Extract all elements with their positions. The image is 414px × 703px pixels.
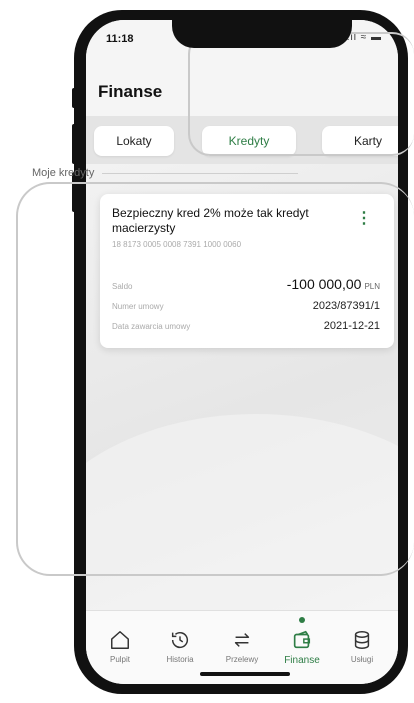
phone-side-button <box>72 124 77 164</box>
status-time: 11:18 <box>106 33 134 45</box>
nav-label: Historia <box>166 655 194 664</box>
active-nav-indicator <box>299 617 305 623</box>
contract-row: Numer umowy 2023/87391/1 <box>112 300 380 312</box>
date-label: Data zawarcia umowy <box>112 322 191 331</box>
saldo-amount: -100 000,00 PLN <box>287 276 380 294</box>
date-value: 2021-12-21 <box>323 320 380 332</box>
transfer-icon <box>234 633 250 647</box>
more-options-icon[interactable]: ⋮ <box>356 208 372 228</box>
section-divider <box>102 173 298 174</box>
section-title: Moje kredyty <box>32 167 95 179</box>
phone-screen: 11:18 ..il ≈ ▬ Finanse Lokaty Kredyty Ka… <box>86 20 398 684</box>
app-header: Finanse <box>86 60 398 116</box>
saldo-row: Saldo -100 000,00 PLN <box>112 276 380 294</box>
finance-icon <box>293 630 311 649</box>
account-number: 18 8173 0005 0008 7391 1000 0060 <box>112 240 242 249</box>
home-indicator <box>200 672 290 676</box>
tab-lokaty[interactable]: Lokaty <box>94 126 174 156</box>
history-icon <box>171 631 188 649</box>
nav-item-przelewy[interactable]: Przelewy <box>212 629 272 664</box>
services-icon <box>354 631 370 649</box>
nav-item-pulpit[interactable]: Pulpit <box>90 629 150 664</box>
saldo-label: Saldo <box>112 282 133 291</box>
page-title: Finanse <box>98 82 163 101</box>
nav-item-finanse[interactable]: Finanse <box>272 629 332 666</box>
saldo-value: -100 000,00 <box>286 276 362 292</box>
nav-item-historia[interactable]: Historia <box>150 629 210 664</box>
home-icon <box>111 631 129 649</box>
credit-title: Bezpieczny kred 2% może tak kredyt macie… <box>112 206 309 235</box>
contract-value: 2023/87391/1 <box>312 300 380 312</box>
credit-card[interactable]: Bezpieczny kred 2% może tak kredyt macie… <box>100 194 394 348</box>
nav-item-uslugi[interactable]: Usługi <box>332 629 392 664</box>
tab-label: Kredyty <box>228 134 270 148</box>
nav-label: Przelewy <box>225 655 259 664</box>
phone-notch <box>172 10 352 48</box>
nav-label: Usługi <box>350 655 374 664</box>
tab-bar: Lokaty Kredyty Karty <box>86 116 398 164</box>
tab-karty[interactable]: Karty <box>322 126 398 156</box>
tab-label: Karty <box>353 134 382 148</box>
date-row: Data zawarcia umowy 2021-12-21 <box>112 320 380 332</box>
saldo-currency: PLN <box>364 282 380 291</box>
nav-label: Finanse <box>284 655 320 666</box>
phone-side-button <box>72 88 77 108</box>
contract-label: Numer umowy <box>112 302 164 311</box>
tab-label: Lokaty <box>116 134 152 148</box>
nav-label: Pulpit <box>109 655 130 664</box>
tab-kredyty[interactable]: Kredyty <box>202 126 296 156</box>
